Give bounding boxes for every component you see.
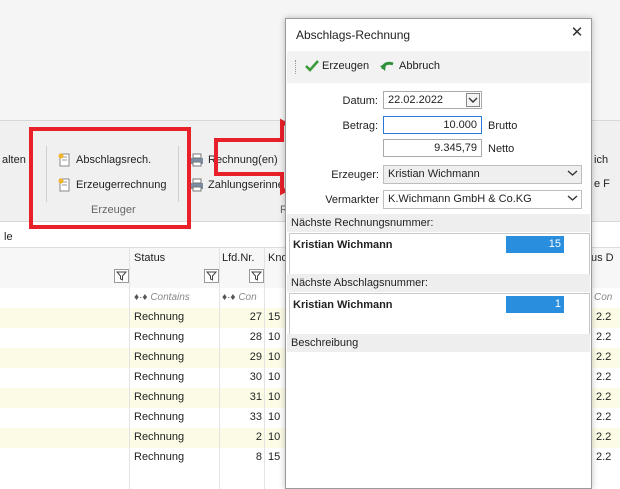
table-cell-lfd: 28 xyxy=(249,331,262,343)
table-cell-status: Rechnung xyxy=(134,431,185,443)
erzeugen-label: Erzeugen xyxy=(322,60,370,72)
next-advance-number-header: Nächste Abschlagsnummer: xyxy=(287,274,590,292)
next-advance-producer-name: Kristian Wichmann xyxy=(293,299,393,311)
table-cell-right: 2.2 xyxy=(596,331,612,343)
table-cell-lfd: 27 xyxy=(249,311,262,323)
netto-value: 9.345,79 xyxy=(434,142,477,154)
beschreibung-textarea[interactable] xyxy=(289,353,590,487)
filter-contains-status[interactable]: ♦·♦ Contains xyxy=(134,292,190,303)
dialog-title: Abschlags-Rechnung xyxy=(296,28,411,42)
abbruch-label: Abbruch xyxy=(399,60,440,72)
betrag-input[interactable]: 10.000 xyxy=(383,116,482,134)
column-divider xyxy=(264,248,265,489)
chevron-down-icon xyxy=(567,168,578,181)
filter-contains-lfdnr[interactable]: ♦·♦ Con xyxy=(222,292,257,303)
erzeugen-button[interactable]: Erzeugen xyxy=(305,60,369,72)
next-invoice-number-list[interactable]: Kristian Wichmann 15 xyxy=(289,233,590,275)
table-cell-status: Rechnung xyxy=(134,411,185,423)
column-divider xyxy=(219,248,220,489)
erzeuger-label: Erzeuger: xyxy=(331,169,379,181)
filter-icon[interactable] xyxy=(249,269,264,283)
table-cell-lfd: 2 xyxy=(255,431,262,443)
datum-field[interactable]: 22.02.2022 xyxy=(383,91,482,109)
netto-label: Netto xyxy=(488,143,515,155)
printer-icon xyxy=(191,153,203,167)
datum-label: Datum: xyxy=(342,95,378,107)
table-cell-status: Rechnung xyxy=(134,351,185,363)
table-cell-right: 2.2 xyxy=(596,411,612,423)
erzeuger-value: Kristian Wichmann xyxy=(388,168,480,180)
date-dropdown-button[interactable] xyxy=(466,93,480,107)
column-header-status[interactable]: Status xyxy=(134,252,165,264)
betrag-value: 10.000 xyxy=(443,119,477,131)
table-cell-right: 2.2 xyxy=(596,311,612,323)
ribbon-partial-right: ich xyxy=(594,154,609,166)
printer-icon xyxy=(191,178,203,192)
table-cell-lfd: 29 xyxy=(249,351,262,363)
table-cell-status: Rechnung xyxy=(134,331,185,343)
table-cell-status: Rechnung xyxy=(134,451,185,463)
highlight-box xyxy=(29,127,191,229)
table-cell-lfd: 8 xyxy=(255,451,262,463)
vermarkter-label: Vermarkter xyxy=(325,194,379,206)
table-cell-status: Rechnung xyxy=(134,371,185,383)
grid-fragment: le xyxy=(4,231,13,243)
filter-icon[interactable] xyxy=(204,269,219,283)
dialog-toolbar: Erzeugen Abbruch xyxy=(287,51,590,83)
column-divider xyxy=(129,248,130,489)
undo-icon xyxy=(380,61,394,71)
column-header-lfdnr[interactable]: Lfd.Nr. xyxy=(222,252,254,264)
table-cell-lfd: 33 xyxy=(249,411,262,423)
erzeuger-select[interactable]: Kristian Wichmann xyxy=(383,165,582,184)
netto-field[interactable]: 9.345,79 xyxy=(383,139,482,157)
next-invoice-producer-name: Kristian Wichmann xyxy=(293,239,393,251)
filter-contains-right[interactable]: Con xyxy=(594,292,612,303)
abschlags-rechnung-dialog: Abschlags-Rechnung ✕ Erzeugen Abbruch Da… xyxy=(285,18,592,489)
ribbon-partial-right: e F xyxy=(594,178,610,190)
table-cell-right: 2.2 xyxy=(596,371,612,383)
column-header-partial[interactable]: us D xyxy=(591,252,614,264)
chevron-down-icon xyxy=(468,97,478,103)
datum-value: 22.02.2022 xyxy=(388,94,444,106)
filter-icon[interactable] xyxy=(114,269,129,283)
table-cell-status: Rechnung xyxy=(134,391,185,403)
table-cell-lfd: 31 xyxy=(249,391,262,403)
betrag-label: Betrag: xyxy=(342,120,378,132)
table-cell-right: 2.2 xyxy=(596,431,612,443)
beschreibung-header: Beschreibung xyxy=(287,334,590,352)
brutto-label: Brutto xyxy=(488,120,518,132)
table-cell-right: 2.2 xyxy=(596,451,612,463)
toolbar-grip xyxy=(295,60,298,74)
table-cell-right: 2.2 xyxy=(596,391,612,403)
next-invoice-number-value[interactable]: 15 xyxy=(506,236,564,253)
next-invoice-number-header: Nächste Rechnungsnummer: xyxy=(287,214,590,232)
chevron-down-icon xyxy=(567,193,578,206)
next-advance-number-value[interactable]: 1 xyxy=(506,296,564,313)
close-icon[interactable]: ✕ xyxy=(569,25,585,41)
vermarkter-select[interactable]: K.Wichmann GmbH & Co.KG xyxy=(383,190,582,209)
ribbon-partial-left: alten xyxy=(2,154,26,166)
table-cell-right: 2.2 xyxy=(596,351,612,363)
table-cell-lfd: 30 xyxy=(249,371,262,383)
abbruch-button[interactable]: Abbruch xyxy=(380,60,440,72)
vermarkter-value: K.Wichmann GmbH & Co.KG xyxy=(388,193,532,205)
table-cell-status: Rechnung xyxy=(134,311,185,323)
next-advance-number-list[interactable]: Kristian Wichmann 1 xyxy=(289,293,590,335)
checkmark-icon xyxy=(305,60,319,72)
